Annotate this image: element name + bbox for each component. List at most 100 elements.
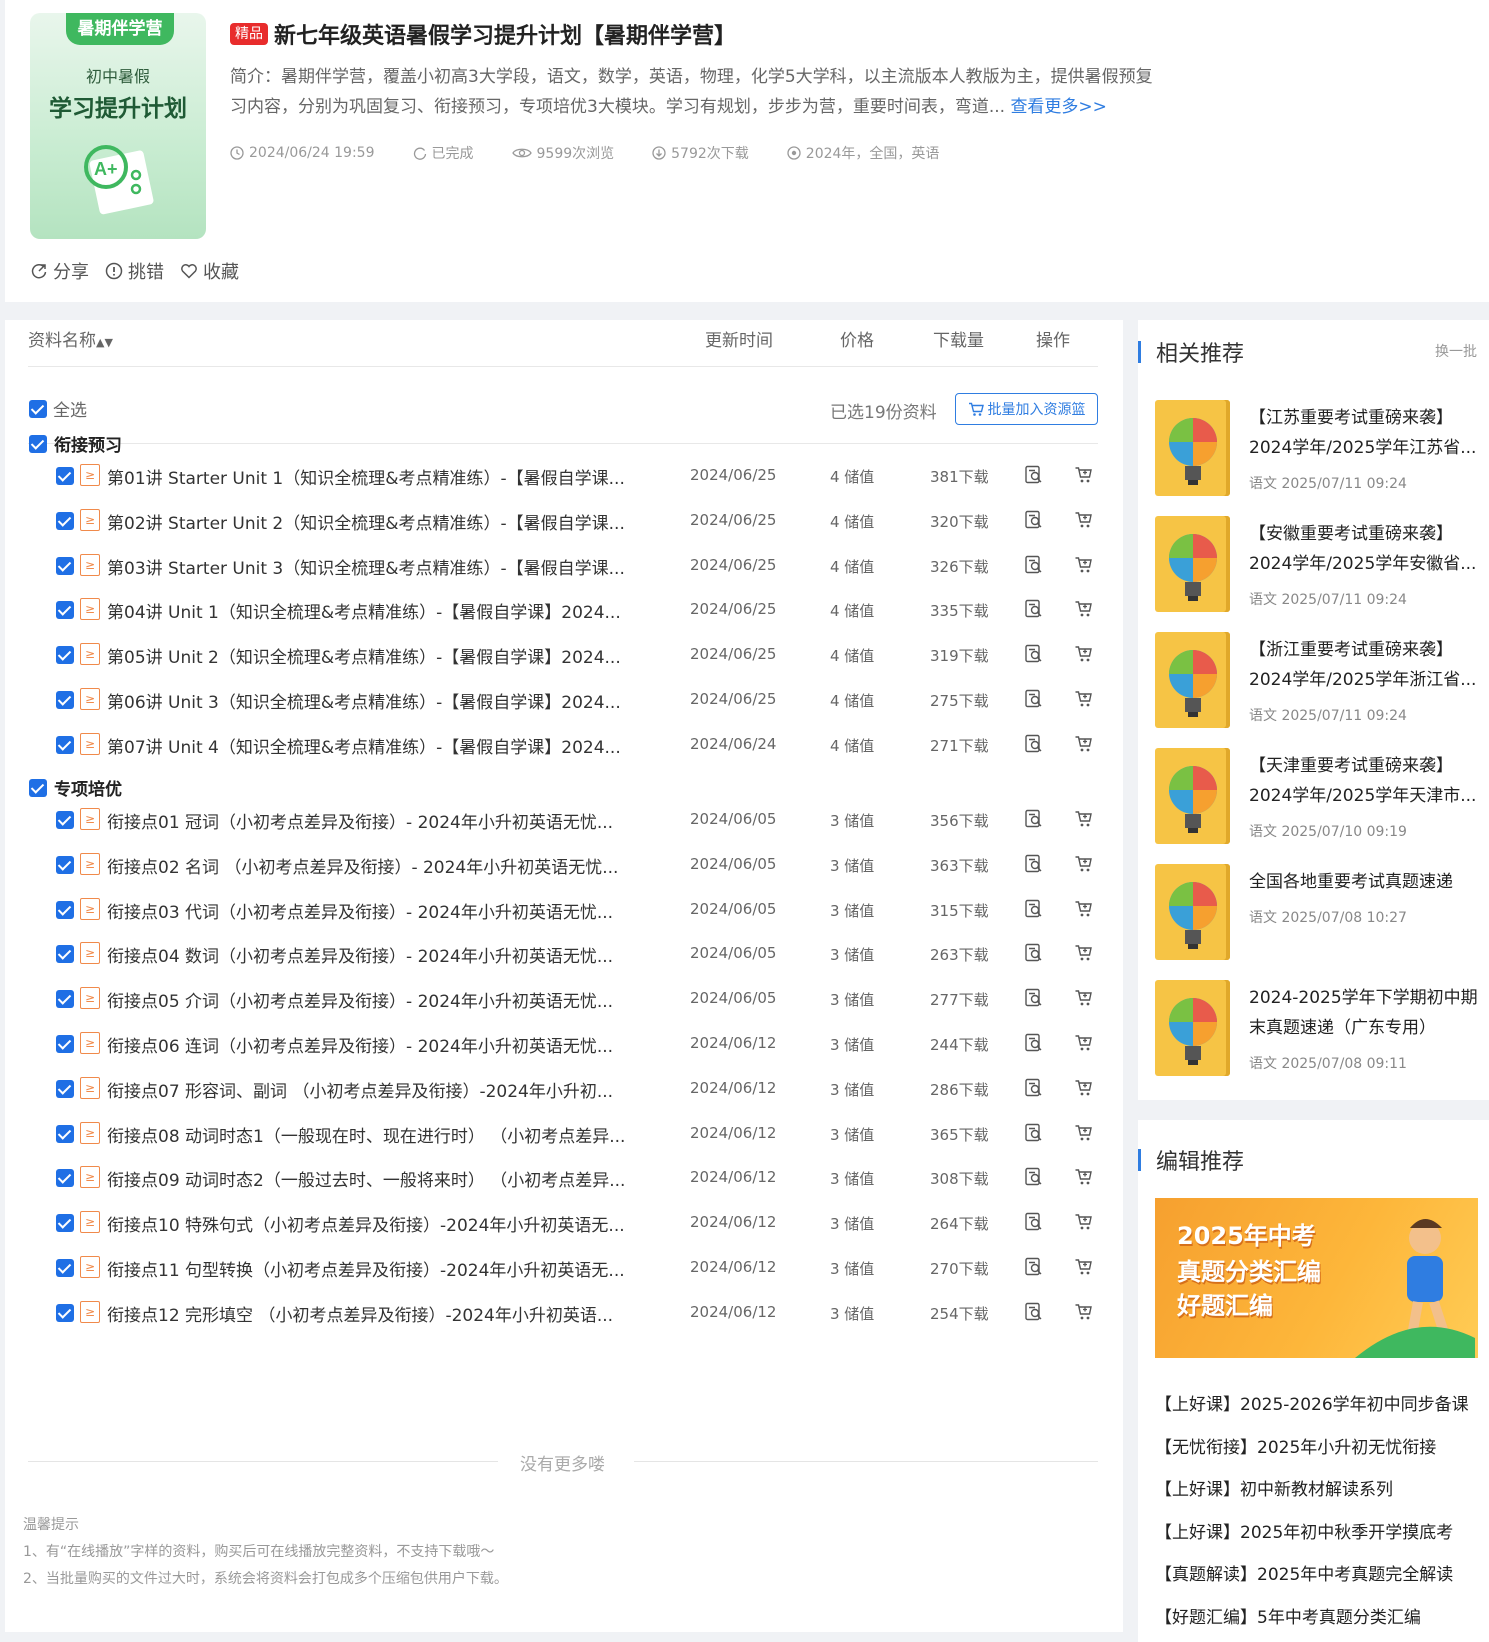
row-checkbox[interactable] — [56, 601, 74, 620]
add-to-cart-icon[interactable] — [1074, 988, 1094, 1008]
row-checkbox[interactable] — [56, 691, 74, 709]
preview-icon[interactable] — [1024, 689, 1044, 709]
add-to-cart-icon[interactable] — [1074, 809, 1094, 829]
related-item[interactable]: 【安徽重要考试重磅来袭】 2024学年/2025学年安徽省... 语文 2025… — [1155, 516, 1485, 616]
resource-title-link[interactable]: 第06讲 Unit 3（知识全梳理&考点精准练）-【暑假自学课】2024... — [107, 688, 635, 713]
preview-icon[interactable] — [1024, 1212, 1044, 1232]
resource-title-link[interactable]: 第04讲 Unit 1（知识全梳理&考点精准练）-【暑假自学课】2024... — [107, 598, 635, 623]
resource-title-link[interactable]: 衔接点01 冠词（小初考点差异及衔接）- 2024年小升初英语无忧... — [107, 808, 635, 833]
add-to-cart-icon[interactable] — [1074, 1123, 1094, 1143]
sort-by-name-header[interactable]: 资料名称▲▼ — [28, 326, 113, 351]
resource-title-link[interactable]: 第02讲 Starter Unit 2（知识全梳理&考点精准练）-【暑假自学课.… — [107, 509, 635, 534]
add-to-cart-icon[interactable] — [1074, 1302, 1094, 1322]
preview-icon[interactable] — [1024, 599, 1044, 619]
resource-title-link[interactable]: 衔接点11 句型转换（小初考点差异及衔接）-2024年小升初英语无... — [107, 1256, 635, 1281]
resource-title-link[interactable]: 衔接点07 形容词、副词 （小初考点差异及衔接）-2024年小升初... — [107, 1077, 635, 1102]
preview-icon[interactable] — [1024, 734, 1044, 754]
share-button[interactable]: 分享 — [30, 258, 89, 284]
preview-icon[interactable] — [1024, 1257, 1044, 1277]
preview-icon[interactable] — [1024, 510, 1044, 530]
view-more-link[interactable]: 查看更多>> — [1010, 97, 1107, 117]
row-checkbox[interactable] — [56, 990, 74, 1009]
related-item[interactable]: 全国各地重要考试真题速递 语文 2025/07/08 10:27 — [1155, 864, 1485, 964]
add-to-cart-icon[interactable] — [1074, 943, 1094, 963]
add-to-cart-icon[interactable] — [1074, 644, 1094, 664]
editor-banner[interactable]: 2025年中考 真题分类汇编 好题汇编 — [1155, 1198, 1478, 1358]
resource-title-link[interactable]: 衔接点09 动词时态2（一般过去时、一般将来时） （小初考点差异... — [107, 1166, 635, 1191]
add-to-cart-icon[interactable] — [1074, 899, 1094, 919]
row-checkbox[interactable] — [56, 1035, 74, 1053]
resource-title-link[interactable]: 第01讲 Starter Unit 1（知识全梳理&考点精准练）-【暑假自学课.… — [107, 464, 635, 489]
preview-icon[interactable] — [1024, 1167, 1044, 1187]
resource-title-link[interactable]: 衔接点05 介词（小初考点差异及衔接）- 2024年小升初英语无忧... — [107, 987, 635, 1012]
resource-title-link[interactable]: 衔接点12 完形填空 （小初考点差异及衔接）-2024年小升初英语... — [107, 1301, 635, 1326]
resource-title-link[interactable]: 衔接点04 数词（小初考点差异及衔接）- 2024年小升初英语无忧... — [107, 942, 635, 967]
add-to-cart-icon[interactable] — [1074, 1212, 1094, 1232]
resource-title-link[interactable]: 衔接点10 特殊句式（小初考点差异及衔接）-2024年小升初英语无... — [107, 1211, 635, 1236]
row-checkbox[interactable] — [56, 1303, 74, 1322]
row-checkbox[interactable] — [56, 811, 74, 829]
section-checkbox[interactable] — [29, 434, 47, 453]
swap-batch-link[interactable]: 换一批 — [1435, 341, 1477, 361]
row-checkbox[interactable] — [56, 945, 74, 964]
row-checkbox[interactable] — [56, 1079, 74, 1098]
related-item[interactable]: 【江苏重要考试重磅来袭】 2024学年/2025学年江苏省... 语文 2025… — [1155, 400, 1485, 500]
preview-icon[interactable] — [1024, 1033, 1044, 1053]
row-checkbox[interactable] — [56, 1214, 74, 1233]
row-checkbox[interactable] — [56, 1124, 74, 1143]
batch-add-button[interactable]: 批量加入资源篮 — [955, 393, 1098, 425]
add-to-cart-icon[interactable] — [1074, 1257, 1094, 1277]
row-checkbox[interactable] — [56, 511, 74, 530]
row-checkbox[interactable] — [56, 1259, 74, 1277]
resource-title-link[interactable]: 衔接点03 代词（小初考点差异及衔接）- 2024年小升初英语无忧... — [107, 898, 635, 923]
preview-icon[interactable] — [1024, 1123, 1044, 1143]
related-item[interactable]: 【天津重要考试重磅来袭】 2024学年/2025学年天津市... 语文 2025… — [1155, 748, 1485, 848]
report-error-button[interactable]: 挑错 — [105, 258, 164, 284]
row-checkbox[interactable] — [56, 646, 74, 665]
resource-title-link[interactable]: 第03讲 Starter Unit 3（知识全梳理&考点精准练）-【暑假自学课.… — [107, 554, 635, 579]
row-checkbox[interactable] — [56, 900, 74, 919]
preview-icon[interactable] — [1024, 988, 1044, 1008]
add-to-cart-icon[interactable] — [1074, 1167, 1094, 1187]
row-checkbox[interactable] — [56, 1169, 74, 1188]
add-to-cart-icon[interactable] — [1074, 555, 1094, 575]
favorite-button[interactable]: 收藏 — [180, 258, 239, 284]
resource-title-link[interactable]: 衔接点02 名词 （小初考点差异及衔接）- 2024年小升初英语无忧... — [107, 853, 635, 878]
resource-title-link[interactable]: 衔接点06 连词（小初考点差异及衔接）- 2024年小升初英语无忧... — [107, 1032, 635, 1057]
row-checkbox[interactable] — [56, 556, 74, 575]
add-to-cart-icon[interactable] — [1074, 734, 1094, 754]
preview-icon[interactable] — [1024, 1302, 1044, 1322]
preview-icon[interactable] — [1024, 899, 1044, 919]
editor-link[interactable]: 【上好课】2025-2026学年初中同步备课 — [1155, 1390, 1469, 1415]
add-to-cart-icon[interactable] — [1074, 1078, 1094, 1098]
add-to-cart-icon[interactable] — [1074, 510, 1094, 530]
add-to-cart-icon[interactable] — [1074, 689, 1094, 709]
related-item[interactable]: 【浙江重要考试重磅来袭】 2024学年/2025学年浙江省... 语文 2025… — [1155, 632, 1485, 732]
preview-icon[interactable] — [1024, 1078, 1044, 1098]
preview-icon[interactable] — [1024, 465, 1044, 485]
resource-title-link[interactable]: 衔接点08 动词时态1（一般现在时、现在进行时） （小初考点差异... — [107, 1122, 635, 1147]
preview-icon[interactable] — [1024, 943, 1044, 963]
editor-link[interactable]: 【上好课】2025年初中秋季开学摸底考 — [1155, 1518, 1453, 1543]
select-all-checkbox[interactable] — [29, 399, 47, 418]
add-to-cart-icon[interactable] — [1074, 599, 1094, 619]
editor-link[interactable]: 【真题解读】2025年中考真题完全解读 — [1155, 1560, 1453, 1585]
add-to-cart-icon[interactable] — [1074, 1033, 1094, 1053]
editor-link[interactable]: 【无忧衔接】2025年小升初无忧衔接 — [1155, 1433, 1436, 1458]
section-checkbox[interactable] — [29, 778, 47, 797]
preview-icon[interactable] — [1024, 644, 1044, 664]
select-all[interactable]: 全选 — [29, 396, 87, 421]
preview-icon[interactable] — [1024, 854, 1044, 874]
preview-icon[interactable] — [1024, 809, 1044, 829]
add-to-cart-icon[interactable] — [1074, 465, 1094, 485]
add-to-cart-icon[interactable] — [1074, 854, 1094, 874]
row-checkbox[interactable] — [56, 467, 74, 485]
preview-icon[interactable] — [1024, 555, 1044, 575]
related-item[interactable]: 2024-2025学年下学期初中期 末真题速递（广东专用） 语文 2025/07… — [1155, 980, 1485, 1080]
row-checkbox[interactable] — [56, 855, 74, 874]
row-checkbox[interactable] — [56, 735, 74, 754]
editor-link[interactable]: 【上好课】初中新教材解读系列 — [1155, 1475, 1393, 1500]
resource-title-link[interactable]: 第05讲 Unit 2（知识全梳理&考点精准练）-【暑假自学课】2024... — [107, 643, 635, 668]
resource-title-link[interactable]: 第07讲 Unit 4（知识全梳理&考点精准练）-【暑假自学课】2024... — [107, 733, 635, 758]
editor-link[interactable]: 【好题汇编】5年中考真题分类汇编 — [1155, 1603, 1421, 1628]
